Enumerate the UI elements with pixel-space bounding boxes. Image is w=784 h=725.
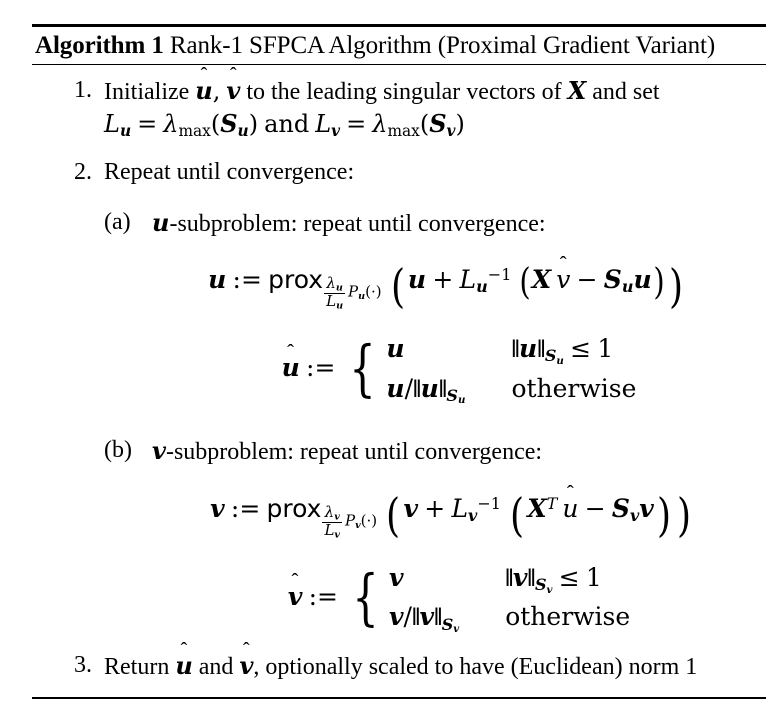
cases-brace-v: { (352, 562, 379, 634)
step-1: 1. Initialize ˆ u, ˆv to the leading sing… (32, 64, 766, 141)
algorithm-title: Algorithm 1 Rank-1 SFPCA Algorithm (Prox… (32, 27, 766, 64)
v-hat-cases-lhs: ˆv := (287, 569, 338, 611)
step-2-text: Repeat until convergence: (104, 159, 355, 186)
v-hat-symbol: ˆv (226, 63, 241, 105)
substep-a: (a) u-subproblem: repeat until convergen… (104, 207, 766, 410)
algorithm-title-text: Rank-1 SFPCA Algorithm (Proximal Gradien… (169, 32, 716, 59)
v-case-row-1: v ‖v‖Sv ≤ 1 (388, 562, 602, 596)
u-hat-cases-lhs: ˆu := (281, 341, 336, 382)
v-update-equation: v := prox λv Lv Pv(·) (v + Lv−1 (XT ˆu − Sv… (210, 481, 691, 542)
substeps: (a) u-subproblem: repeat until convergen… (104, 207, 766, 639)
step-3-text: Return ˆu and ˆ v, optionally scaled to h… (104, 639, 698, 681)
step-2: 2. Repeat until convergence: (a) u-subpr… (32, 157, 766, 638)
substep-b-marker: (b) (104, 437, 132, 464)
step-2-marker: 2. (74, 159, 92, 186)
prox-subscript-u: λu Lu Pu(·) (324, 274, 382, 312)
u-hat-symbol: ˆu (195, 63, 213, 105)
substep-b: (b) v-subproblem: repeat until convergen… (104, 435, 766, 638)
algorithm-body: 1. Initialize ˆ u, ˆv to the leading sing… (32, 64, 766, 683)
algorithm-steps: 1. Initialize ˆ u, ˆv to the leading sing… (32, 64, 766, 683)
step-1-line-1: Initialize ˆ u, ˆv to the leading singula… (104, 64, 660, 105)
step-1-marker: 1. (74, 77, 92, 103)
u-case-row-1: u ‖u‖Su ≤ 1 (386, 333, 614, 367)
u-case-row-2: u/‖u‖Su otherwise (386, 373, 637, 407)
matrix-x-symbol: X (567, 76, 587, 105)
prox-subscript-v: λv Lv Pv(·) (322, 503, 378, 541)
u-update-equation: u := prox λu Lu Pu(·) (u + Lu−1 (X ˆv − Suu… (208, 253, 683, 313)
u-hat-cases: ˆu := { u ‖u‖Su ≤ 1 u/‖u‖Su otherwise (152, 330, 766, 410)
cases-brace-u: { (349, 333, 377, 405)
step-3-marker: 3. (74, 652, 92, 679)
v-case-row-2: v/‖v‖Sv otherwise (388, 602, 631, 636)
substep-a-heading: u-subproblem: repeat until convergence: (152, 207, 546, 237)
algorithm-label: Algorithm 1 (35, 32, 164, 59)
substep-a-marker: (a) (104, 208, 131, 235)
substep-b-heading: v-subproblem: repeat until convergence: (152, 436, 543, 466)
step-1-line-2: Lu = λmax(Su) and Lv = λmax(Sv) (104, 109, 465, 141)
algorithm-block: Algorithm 1 Rank-1 SFPCA Algorithm (Prox… (32, 24, 766, 700)
step-3: 3. Return ˆu and ˆ v, optionally scaled t… (32, 639, 766, 683)
rule-bottom (32, 697, 766, 700)
v-hat-cases: ˆv := { v ‖v‖Sv ≤ 1 v/‖v‖Sv otherwise (152, 559, 766, 639)
